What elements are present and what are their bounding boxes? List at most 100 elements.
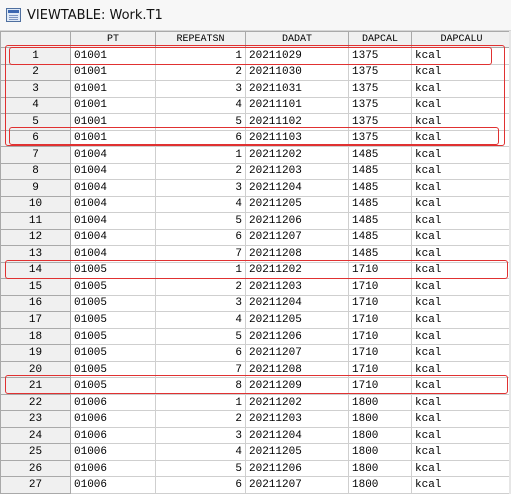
pt-cell[interactable]: 01001	[70, 129, 156, 148]
dadat-cell[interactable]: 20211207	[245, 344, 349, 362]
dapcalu-cell[interactable]: kcal	[411, 228, 511, 247]
repeatsn-cell[interactable]: 8	[155, 377, 246, 395]
pt-cell[interactable]: 01001	[70, 63, 156, 82]
dapcal-cell[interactable]: 1485	[348, 195, 412, 214]
repeatsn-cell[interactable]: 3	[155, 80, 246, 98]
table-row[interactable]: 16 01005 3 20211204 1710 kcal	[0, 294, 511, 313]
repeatsn-cell[interactable]: 1	[155, 146, 246, 164]
dapcal-cell[interactable]: 1710	[348, 261, 412, 280]
dapcalu-cell[interactable]: kcal	[411, 113, 511, 131]
row-number[interactable]: 24	[0, 426, 71, 445]
dapcalu-cell[interactable]: kcal	[411, 410, 511, 428]
pt-cell[interactable]: 01006	[70, 476, 156, 494]
pt-cell[interactable]: 01005	[70, 327, 156, 346]
dadat-cell[interactable]: 20211202	[245, 261, 349, 280]
repeatsn-cell[interactable]: 3	[155, 426, 246, 445]
dadat-cell[interactable]: 20211102	[245, 113, 349, 131]
pt-cell[interactable]: 01005	[70, 360, 156, 379]
repeatsn-cell[interactable]: 4	[155, 96, 246, 115]
repeatsn-cell[interactable]: 5	[155, 212, 246, 230]
row-number[interactable]: 8	[0, 162, 71, 181]
repeatsn-cell[interactable]: 6	[155, 344, 246, 362]
table-row[interactable]: 10 01004 4 20211205 1485 kcal	[0, 195, 511, 214]
dapcalu-cell[interactable]: kcal	[411, 459, 511, 478]
pt-cell[interactable]: 01004	[70, 195, 156, 214]
dapcal-cell[interactable]: 1710	[348, 344, 412, 362]
row-number[interactable]: 4	[0, 96, 71, 115]
dapcal-cell[interactable]: 1485	[348, 146, 412, 164]
table-row[interactable]: 1 01001 1 20211029 1375 kcal	[0, 47, 511, 65]
dapcal-cell[interactable]: 1375	[348, 63, 412, 82]
pt-cell[interactable]: 01001	[70, 96, 156, 115]
dadat-cell[interactable]: 20211208	[245, 360, 349, 379]
table-row[interactable]: 14 01005 1 20211202 1710 kcal	[0, 261, 511, 280]
pt-cell[interactable]: 01006	[70, 459, 156, 478]
row-number[interactable]: 18	[0, 327, 71, 346]
dadat-cell[interactable]: 20211202	[245, 146, 349, 164]
repeatsn-cell[interactable]: 5	[155, 459, 246, 478]
pt-cell[interactable]: 01006	[70, 410, 156, 428]
dapcal-cell[interactable]: 1710	[348, 278, 412, 296]
row-number[interactable]: 11	[0, 212, 71, 230]
dadat-cell[interactable]: 20211209	[245, 377, 349, 395]
row-number[interactable]: 12	[0, 228, 71, 247]
row-number[interactable]: 25	[0, 443, 71, 461]
dapcalu-cell[interactable]: kcal	[411, 47, 511, 65]
pt-cell[interactable]: 01004	[70, 162, 156, 181]
repeatsn-cell[interactable]: 4	[155, 311, 246, 329]
dadat-cell[interactable]: 20211206	[245, 327, 349, 346]
dapcal-cell[interactable]: 1800	[348, 426, 412, 445]
table-row[interactable]: 12 01004 6 20211207 1485 kcal	[0, 228, 511, 247]
row-number[interactable]: 16	[0, 294, 71, 313]
pt-cell[interactable]: 01004	[70, 212, 156, 230]
dadat-cell[interactable]: 20211208	[245, 245, 349, 263]
pt-cell[interactable]: 01005	[70, 294, 156, 313]
dadat-cell[interactable]: 20211205	[245, 195, 349, 214]
dadat-cell[interactable]: 20211101	[245, 96, 349, 115]
repeatsn-cell[interactable]: 3	[155, 294, 246, 313]
table-row[interactable]: 13 01004 7 20211208 1485 kcal	[0, 245, 511, 263]
pt-cell[interactable]: 01006	[70, 443, 156, 461]
column-header-repeatsn[interactable]: REPEATSN	[155, 31, 246, 48]
row-number[interactable]: 1	[0, 47, 71, 65]
dapcal-cell[interactable]: 1485	[348, 162, 412, 181]
pt-cell[interactable]: 01004	[70, 245, 156, 263]
dapcal-cell[interactable]: 1800	[348, 393, 412, 412]
dadat-cell[interactable]: 20211030	[245, 63, 349, 82]
dapcalu-cell[interactable]: kcal	[411, 327, 511, 346]
row-number[interactable]: 10	[0, 195, 71, 214]
table-row[interactable]: 19 01005 6 20211207 1710 kcal	[0, 344, 511, 362]
dadat-cell[interactable]: 20211029	[245, 47, 349, 65]
row-number[interactable]: 19	[0, 344, 71, 362]
column-header-dapcalu[interactable]: DAPCALU	[411, 31, 511, 48]
table-row[interactable]: 26 01006 5 20211206 1800 kcal	[0, 459, 511, 478]
dapcal-cell[interactable]: 1710	[348, 327, 412, 346]
dapcalu-cell[interactable]: kcal	[411, 63, 511, 82]
column-header-dadat[interactable]: DADAT	[245, 31, 349, 48]
dapcalu-cell[interactable]: kcal	[411, 212, 511, 230]
row-number[interactable]: 7	[0, 146, 71, 164]
dadat-cell[interactable]: 20211206	[245, 459, 349, 478]
dapcalu-cell[interactable]: kcal	[411, 344, 511, 362]
pt-cell[interactable]: 01004	[70, 228, 156, 247]
dapcal-cell[interactable]: 1485	[348, 228, 412, 247]
table-row[interactable]: 21 01005 8 20211209 1710 kcal	[0, 377, 511, 395]
pt-cell[interactable]: 01006	[70, 426, 156, 445]
pt-cell[interactable]: 01001	[70, 47, 156, 65]
dapcalu-cell[interactable]: kcal	[411, 476, 511, 494]
pt-cell[interactable]: 01005	[70, 278, 156, 296]
table-row[interactable]: 23 01006 2 20211203 1800 kcal	[0, 410, 511, 428]
row-number[interactable]: 20	[0, 360, 71, 379]
dapcalu-cell[interactable]: kcal	[411, 294, 511, 313]
table-row[interactable]: 2 01001 2 20211030 1375 kcal	[0, 63, 511, 82]
dapcalu-cell[interactable]: kcal	[411, 311, 511, 329]
row-number[interactable]: 21	[0, 377, 71, 395]
dapcal-cell[interactable]: 1485	[348, 212, 412, 230]
table-row[interactable]: 6 01001 6 20211103 1375 kcal	[0, 129, 511, 148]
row-number[interactable]: 9	[0, 179, 71, 197]
table-row[interactable]: 15 01005 2 20211203 1710 kcal	[0, 278, 511, 296]
repeatsn-cell[interactable]: 1	[155, 261, 246, 280]
dadat-cell[interactable]: 20211205	[245, 443, 349, 461]
dapcalu-cell[interactable]: kcal	[411, 393, 511, 412]
dapcalu-cell[interactable]: kcal	[411, 80, 511, 98]
